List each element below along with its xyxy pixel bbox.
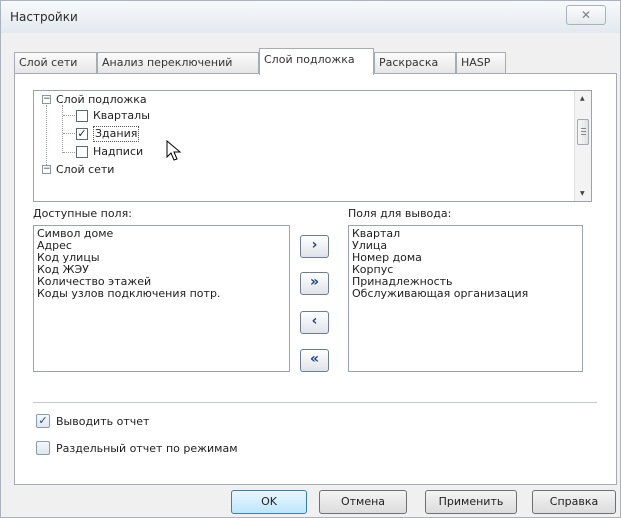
tab-panel: − Слой подложка Кварталы ✓ Здания Надпис… xyxy=(14,73,617,485)
list-item[interactable]: Коды узлов подключения потр. xyxy=(37,288,286,300)
cancel-button[interactable]: Отмена xyxy=(319,490,407,514)
remove-all-fields-button[interactable]: « xyxy=(300,349,329,372)
layer-tree[interactable]: − Слой подложка Кварталы ✓ Здания Надпис… xyxy=(33,90,592,202)
scroll-up-icon[interactable]: ▲ xyxy=(580,95,585,102)
tab-coloring[interactable]: Раскраска xyxy=(374,52,456,73)
tree-connector xyxy=(63,152,75,153)
settings-dialog: Настройки ✕ Слой сети Анализ переключени… xyxy=(0,0,621,518)
tree-node-label: Надписи xyxy=(93,145,144,158)
checkbox-buildings[interactable]: ✓ xyxy=(76,128,88,140)
remove-field-button[interactable]: ‹ xyxy=(300,311,329,334)
tree-connector xyxy=(46,105,47,165)
available-fields-label: Доступные поля: xyxy=(33,207,132,220)
list-item[interactable]: Обслуживающая организация xyxy=(352,288,579,300)
title-bar: Настройки ✕ xyxy=(1,1,620,33)
checkbox-labels[interactable] xyxy=(76,146,88,158)
separate-report-label: Раздельный отчет по режимам xyxy=(56,442,238,455)
tree-scrollbar[interactable]: ▲ ▼ xyxy=(574,91,591,201)
help-button[interactable]: Справка xyxy=(532,490,616,514)
apply-button[interactable]: Применить xyxy=(425,490,517,514)
dialog-title: Настройки xyxy=(10,10,78,24)
collapse-icon[interactable]: − xyxy=(42,95,51,104)
separator xyxy=(33,402,597,404)
grip-line xyxy=(581,128,586,129)
tree-node-label: Слой сети xyxy=(56,163,115,176)
grip-line xyxy=(581,131,586,132)
tab-network-layer[interactable]: Слой сети xyxy=(14,52,97,73)
output-fields-label: Поля для вывода: xyxy=(348,207,452,220)
output-fields-list[interactable]: Квартал Улица Номер дома Корпус Принадле… xyxy=(348,225,583,372)
tree-node-label: Здания xyxy=(93,126,140,142)
ok-button[interactable]: OK xyxy=(231,490,307,514)
scroll-thumb[interactable] xyxy=(577,119,589,145)
tree-connector xyxy=(63,115,75,116)
tree-connector xyxy=(62,105,63,153)
add-field-button[interactable]: › xyxy=(300,235,329,258)
list-item[interactable]: Символ доме xyxy=(37,228,286,240)
available-fields-list[interactable]: Символ доме Адрес Код улицы Код ЖЭУ Коли… xyxy=(33,225,290,372)
tree-connector xyxy=(63,133,75,134)
output-report-label: Выводить отчет xyxy=(56,415,150,428)
tab-switch-analysis[interactable]: Анализ переключений xyxy=(97,52,259,73)
add-all-fields-button[interactable]: » xyxy=(300,272,329,295)
separate-report-checkbox[interactable] xyxy=(36,441,50,455)
close-button[interactable]: ✕ xyxy=(566,5,606,25)
mouse-cursor-icon xyxy=(166,140,182,161)
output-report-checkbox[interactable]: ✓ xyxy=(36,414,50,428)
scroll-down-icon[interactable]: ▼ xyxy=(580,190,585,197)
tab-hasp[interactable]: HASP xyxy=(456,52,506,73)
collapse-icon[interactable]: − xyxy=(42,165,51,174)
tree-node-label: Кварталы xyxy=(93,109,150,122)
tab-background-layer[interactable]: Слой подложка xyxy=(259,48,374,75)
checkbox-quarters[interactable] xyxy=(76,110,88,122)
tree-node-label: Слой подложка xyxy=(56,93,147,106)
grip-line xyxy=(581,134,586,135)
